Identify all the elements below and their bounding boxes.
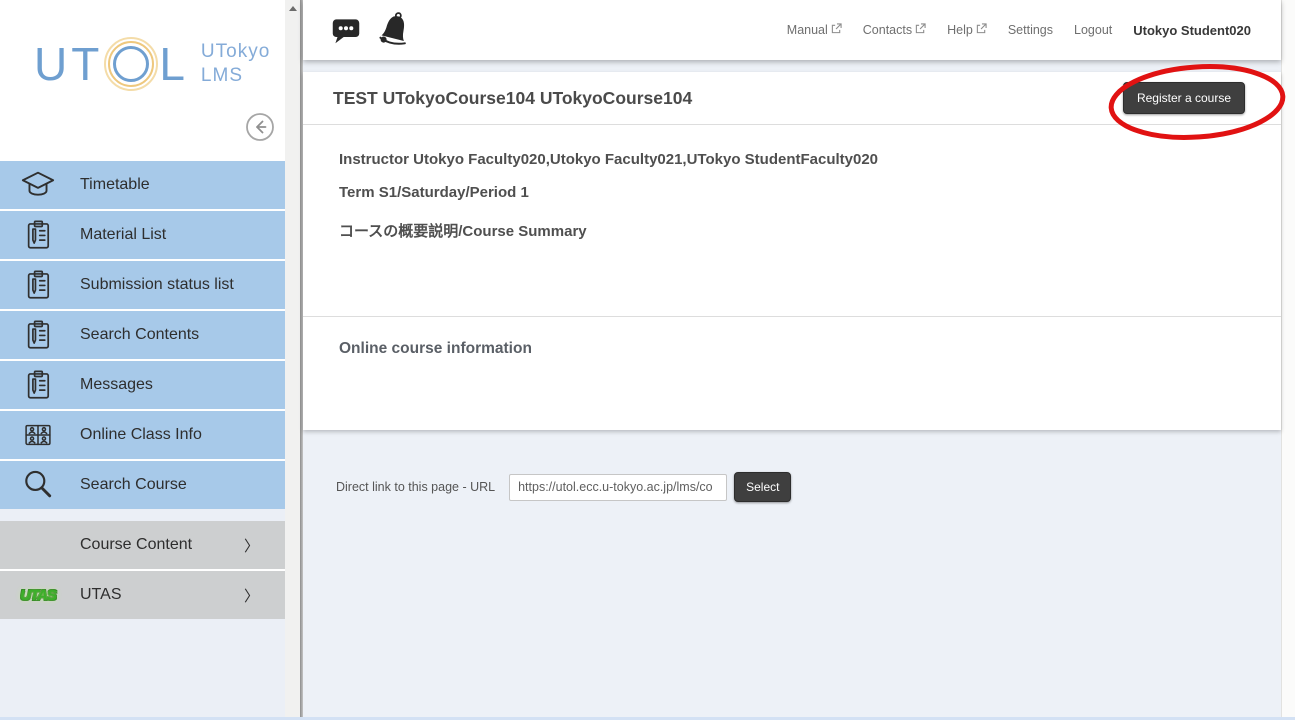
nav-link-help[interactable]: Help [947, 23, 987, 37]
utol-logo-subtitle: UTokyo LMS [201, 40, 270, 88]
sidebar-item-messages[interactable]: Messages [0, 361, 285, 409]
sidebar-item-label: Submission status list [80, 276, 234, 294]
clipboard-icon [18, 317, 58, 353]
chevron-right-icon: 〉 [244, 585, 259, 606]
nav-link-logout[interactable]: Logout [1074, 23, 1112, 37]
main-area: Manual Contacts Help Settings Logout Uto… [303, 0, 1281, 720]
online-course-info-heading: Online course information [339, 317, 1245, 358]
nav-link-settings[interactable]: Settings [1008, 23, 1053, 37]
course-content-box: TEST UTokyoCourse104 UTokyoCourse104 Reg… [303, 72, 1281, 430]
sidebar-scrollbar[interactable] [285, 0, 300, 720]
external-link-icon [831, 23, 842, 37]
sidebar-item-material-list[interactable]: Material List [0, 211, 285, 259]
utol-logo-o-rings [105, 38, 157, 90]
graduation-cap-icon [18, 167, 58, 203]
select-url-button[interactable]: Select [734, 472, 791, 502]
scrollbar-up-arrow-icon[interactable] [289, 6, 297, 11]
bell-icon[interactable] [377, 11, 413, 49]
chevron-right-icon: 〉 [244, 535, 259, 556]
sidebar-item-course-content[interactable]: Course Content 〉 [0, 521, 285, 569]
sidebar-item-submission-status-list[interactable]: Submission status list [0, 261, 285, 309]
sidebar-group-gap [0, 509, 285, 521]
utol-logo: UTL UTokyo LMS [34, 38, 270, 90]
sidebar-item-label: Material List [80, 226, 166, 244]
window-scrollbar-track[interactable] [1281, 0, 1295, 720]
utol-logo-text: UTL [34, 38, 189, 90]
collapse-sidebar-button[interactable] [245, 112, 275, 142]
direct-link-row: Direct link to this page - URL Select [303, 472, 1281, 502]
sidebar-item-label: Search Course [80, 476, 187, 494]
direct-link-label: Direct link to this page - URL [336, 480, 495, 494]
chat-icon[interactable] [331, 15, 361, 45]
clipboard-icon [18, 217, 58, 253]
topbar-nav: Manual Contacts Help Settings Logout Uto… [787, 0, 1251, 60]
utas-logo-icon: UTAS [18, 587, 58, 604]
sidebar-item-label: Messages [80, 376, 153, 394]
course-title: TEST UTokyoCourse104 UTokyoCourse104 [333, 88, 692, 109]
term-line: Term S1/Saturday/Period 1 [339, 183, 1245, 203]
sidebar-item-timetable[interactable]: Timetable [0, 161, 285, 209]
search-icon [18, 467, 58, 503]
sidebar-item-label: Timetable [80, 176, 150, 194]
clipboard-icon [18, 367, 58, 403]
video-grid-icon [18, 418, 58, 452]
page: UTL UTokyo LMS [0, 0, 1295, 720]
sidebar-item-search-course[interactable]: Search Course [0, 461, 285, 509]
nav-link-contacts[interactable]: Contacts [863, 23, 926, 37]
course-summary-line: コースの概要説明/Course Summary [339, 222, 1245, 242]
sidebar-logo-area: UTL UTokyo LMS [0, 0, 285, 161]
external-link-icon [915, 23, 926, 37]
topbar-icons [331, 0, 413, 60]
instructor-line: Instructor Utokyo Faculty020,Utokyo Facu… [339, 125, 1245, 170]
clipboard-icon [18, 267, 58, 303]
sidebar-item-label: Search Contents [80, 326, 199, 344]
sidebar-item-online-class-info[interactable]: Online Class Info [0, 411, 285, 459]
sidebar-secondary-menu: Course Content 〉 UTAS UTAS 〉 [0, 521, 285, 619]
sidebar-item-label: Course Content [80, 536, 192, 554]
external-link-icon [976, 23, 987, 37]
sidebar-main-menu: Timetable Material List [0, 161, 285, 509]
direct-link-url-input[interactable] [509, 474, 727, 501]
topbar: Manual Contacts Help Settings Logout Uto… [303, 0, 1281, 60]
sidebar-item-label: UTAS [80, 586, 121, 604]
register-course-button[interactable]: Register a course [1123, 82, 1245, 114]
back-arrow-icon [245, 130, 275, 145]
sidebar-item-search-contents[interactable]: Search Contents [0, 311, 285, 359]
sidebar-item-label: Online Class Info [80, 426, 202, 444]
sidebar-item-utas[interactable]: UTAS UTAS 〉 [0, 571, 285, 619]
logged-in-user: Utokyo Student020 [1133, 23, 1251, 38]
course-body: Instructor Utokyo Faculty020,Utokyo Facu… [303, 125, 1281, 358]
sidebar: UTL UTokyo LMS [0, 0, 285, 720]
nav-link-manual[interactable]: Manual [787, 23, 842, 37]
course-header: TEST UTokyoCourse104 UTokyoCourse104 Reg… [303, 72, 1281, 125]
